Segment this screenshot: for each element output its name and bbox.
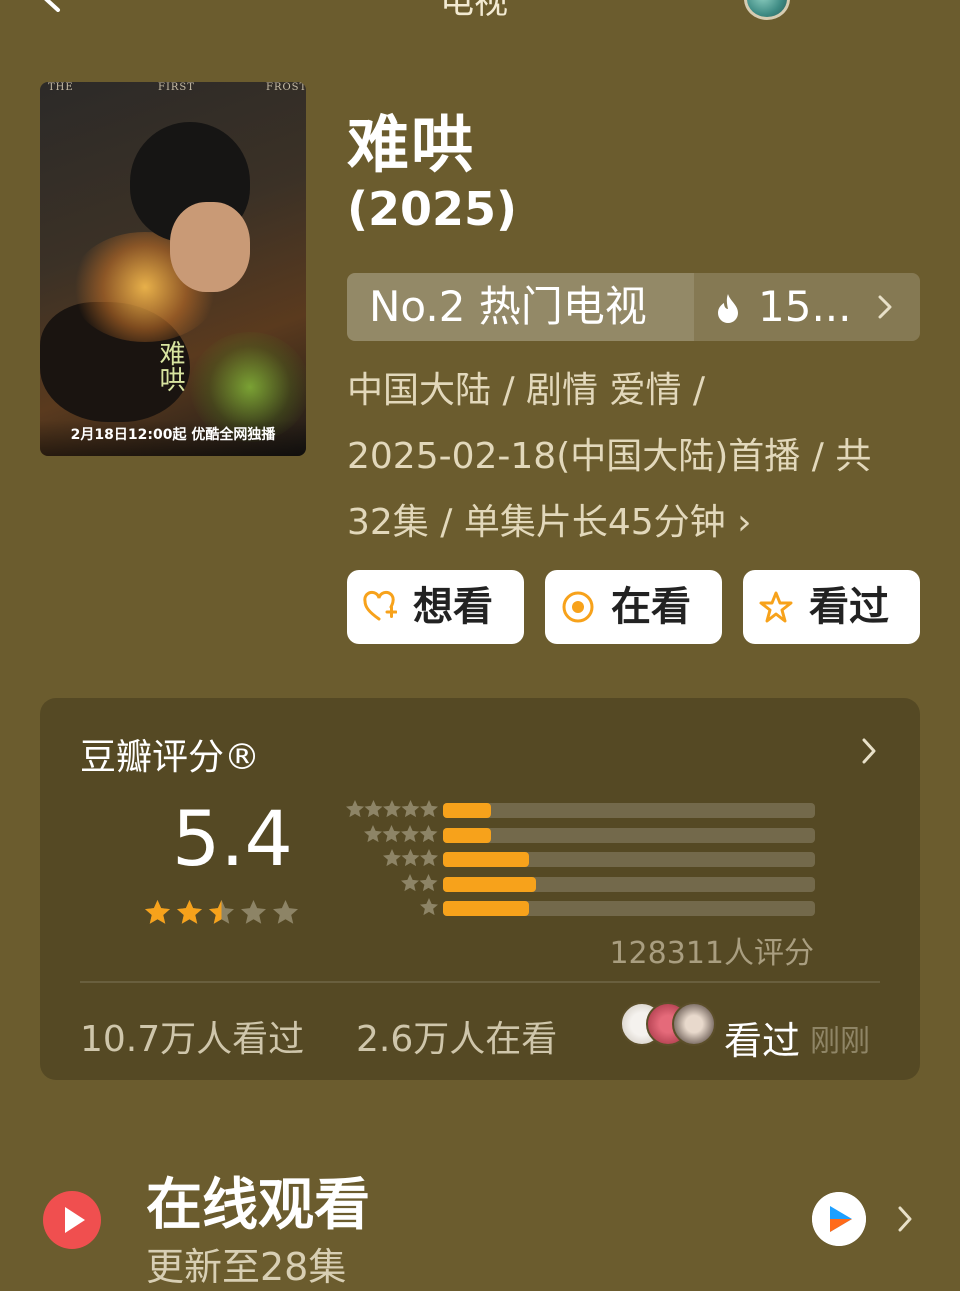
distribution-row-1-star xyxy=(330,898,830,916)
distribution-row-4-star xyxy=(330,824,830,843)
rating-card[interactable]: 豆瓣评分® 5.4 128311人评分 10.7万人看过 2.6万人在看 看过 … xyxy=(40,698,920,1080)
poster-header-word: FROST xyxy=(266,82,306,93)
poster-calligraphy: 难哄 xyxy=(155,340,185,392)
divider xyxy=(80,981,880,983)
heat-section[interactable]: 15... xyxy=(694,273,920,341)
friend-activity-time: 刚刚 xyxy=(810,1024,870,1059)
distribution-star-icon xyxy=(382,800,401,818)
distribution-stars-icon xyxy=(419,898,438,916)
youku-icon[interactable] xyxy=(812,1192,866,1246)
online-watch-title: 在线观看 xyxy=(146,1173,370,1238)
distribution-row-3-star xyxy=(330,849,830,867)
meta-line: 2025-02-18(中国大陆)首播 / 共 xyxy=(347,436,872,477)
show-meta[interactable]: 中国大陆 / 剧情 爱情 / 2025-02-18(中国大陆)首播 / 共 32… xyxy=(347,358,907,556)
button-label: 想看 xyxy=(413,584,493,630)
heat-value: 15... xyxy=(758,282,852,331)
target-circle-icon xyxy=(562,591,594,623)
distribution-star-icon xyxy=(364,800,382,818)
rating-stars xyxy=(145,900,298,924)
rating-title: 豆瓣评分® xyxy=(80,737,261,778)
rating-star-icon xyxy=(209,900,234,924)
distribution-stars-icon xyxy=(401,873,438,891)
rating-star-icon xyxy=(145,900,170,924)
online-watch-subtitle: 更新至28集 xyxy=(146,1245,347,1289)
distribution-star-icon xyxy=(419,873,438,891)
flame-icon xyxy=(718,294,738,323)
poster-header-text: THE FIRST FROST xyxy=(40,82,306,96)
distribution-star-icon xyxy=(419,849,438,867)
top-bar: 电视 xyxy=(0,0,960,40)
show-year: (2025) xyxy=(347,182,518,236)
distribution-star-icon xyxy=(401,849,419,867)
meta-line: 32集 / 单集片长45分钟 › xyxy=(347,502,752,543)
avatar xyxy=(672,1002,716,1046)
distribution-star-icon xyxy=(401,800,419,818)
rank-label[interactable]: No.2 热门电视 xyxy=(347,273,694,341)
distribution-row-2-star xyxy=(330,873,830,892)
watched-count[interactable]: 10.7万人看过 xyxy=(80,1010,304,1062)
star-outline-icon xyxy=(759,591,793,623)
distribution-stars-icon xyxy=(345,800,438,818)
distribution-star-icon xyxy=(419,898,438,916)
watched-button[interactable]: 看过 xyxy=(743,570,920,644)
show-poster[interactable]: THE FIRST FROST 难哄 2月18日12:00起 优酷全网独播 xyxy=(40,82,306,456)
distribution-bar-track xyxy=(443,876,815,892)
poster-header-word: THE xyxy=(48,82,74,93)
rating-star-icon xyxy=(177,900,202,924)
distribution-stars-icon xyxy=(382,849,438,867)
chevron-right-icon xyxy=(878,295,892,319)
distribution-star-icon xyxy=(419,824,438,842)
rating-count: 128311人评分 xyxy=(609,936,814,971)
distribution-star-icon xyxy=(401,873,419,891)
distribution-star-icon xyxy=(364,824,382,842)
distribution-stars-icon xyxy=(364,824,438,842)
user-avatar[interactable] xyxy=(744,0,790,20)
distribution-star-icon xyxy=(345,800,364,818)
distribution-bar-track xyxy=(443,901,815,916)
poster-caption: 2月18日12:00起 优酷全网独播 xyxy=(40,420,306,456)
poster-art-face xyxy=(170,202,250,292)
watching-button[interactable]: 在看 xyxy=(545,570,722,644)
ranking-bar[interactable]: No.2 热门电视 15... xyxy=(347,273,920,341)
meta-line: 中国大陆 / 剧情 爱情 / xyxy=(347,370,706,411)
distribution-star-icon xyxy=(382,824,401,842)
chevron-right-icon[interactable] xyxy=(862,738,876,764)
distribution-star-icon xyxy=(401,824,419,842)
distribution-bar xyxy=(443,827,492,843)
page-title: 电视 xyxy=(440,0,508,22)
chevron-right-icon[interactable] xyxy=(898,1206,912,1232)
distribution-bar xyxy=(443,876,536,892)
rating-star-icon xyxy=(241,900,266,924)
distribution-bar xyxy=(443,901,529,916)
button-label: 看过 xyxy=(809,584,889,630)
play-icon xyxy=(43,1191,101,1249)
distribution-bar-track xyxy=(443,803,815,818)
distribution-bar-track xyxy=(443,827,815,843)
show-title: 难哄 xyxy=(347,108,476,181)
poster-header-word: FIRST xyxy=(158,82,195,93)
watching-count[interactable]: 2.6万人在看 xyxy=(356,1010,557,1062)
distribution-bar-track xyxy=(443,852,815,867)
distribution-row-5-star xyxy=(330,800,830,818)
heart-plus-icon xyxy=(363,590,397,621)
online-watch-section[interactable]: 在线观看 更新至28集 xyxy=(0,1150,960,1289)
friend-activity-action: 看过 xyxy=(724,1019,801,1063)
distribution-star-icon xyxy=(382,849,401,867)
back-arrow-icon[interactable] xyxy=(40,0,66,12)
friend-avatars[interactable] xyxy=(620,1002,720,1046)
rating-distribution xyxy=(330,800,830,920)
rating-score: 5.4 xyxy=(172,794,293,883)
distribution-star-icon xyxy=(419,800,438,818)
distribution-bar xyxy=(443,852,529,867)
want-to-watch-button[interactable]: 想看 xyxy=(347,570,524,644)
distribution-bar xyxy=(443,803,492,818)
rating-star-icon xyxy=(273,900,298,924)
button-label: 在看 xyxy=(611,584,691,630)
